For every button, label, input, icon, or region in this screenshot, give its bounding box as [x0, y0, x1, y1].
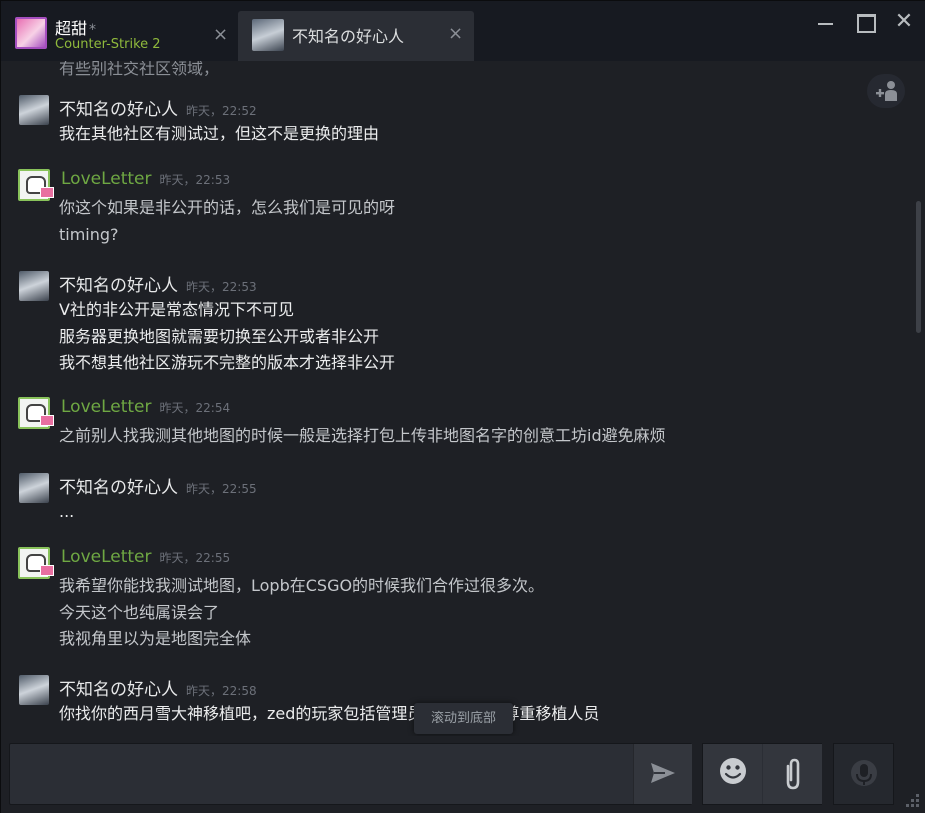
- sender-name[interactable]: 不知名の好心人: [59, 675, 178, 700]
- message-timestamp: 昨天，22:54: [159, 401, 231, 415]
- microphone-icon: [851, 760, 877, 786]
- sender-name[interactable]: LoveLetter: [61, 169, 152, 189]
- maximize-icon[interactable]: [854, 11, 876, 33]
- message-line: V社的非公开是常态情况下不可见: [59, 300, 294, 319]
- avatar[interactable]: [19, 675, 49, 705]
- tab-chat-chaotian[interactable]: 超甜 * Counter-Strike 2 ×: [7, 11, 235, 59]
- message-line: 我视角里以为是地图完全体: [59, 629, 252, 648]
- message-timestamp: 昨天，22:52: [186, 104, 257, 118]
- message-timestamp: 昨天，22:53: [186, 280, 257, 294]
- avatar[interactable]: [18, 547, 54, 579]
- message-line: ...: [59, 502, 75, 521]
- cut-off-message-line: 有些别社交社区领域，: [59, 61, 220, 78]
- invite-friend-button[interactable]: [867, 74, 905, 108]
- message-line: 我希望你能找我测试地图，Lopb在CSGO的时候我们合作过很多次。: [59, 576, 545, 595]
- tab-bar: 超甜 * Counter-Strike 2 × 不知名の好心人 × ✕: [1, 1, 925, 61]
- voice-chat-button[interactable]: [833, 743, 894, 805]
- message-line: timing?: [59, 224, 119, 244]
- chat-log[interactable]: 有些别社交社区领域， 不知名の好心人 昨天，22:52 我在其他社区有测试过，但这…: [1, 61, 913, 736]
- avatar[interactable]: [18, 169, 54, 201]
- person-plus-icon: [876, 81, 897, 101]
- message-composer: [1, 736, 925, 813]
- message-input-box: [9, 743, 692, 805]
- avatar[interactable]: [19, 95, 49, 125]
- composer-tools: [702, 743, 822, 805]
- message-line: 今天这个也纯属误会了: [59, 602, 220, 622]
- emoji-button[interactable]: [703, 744, 762, 804]
- avatar[interactable]: [19, 271, 49, 301]
- message-line: 你这个如果是非公开的话，怎么我们是可见的呀: [59, 198, 396, 217]
- emoji-icon: [720, 758, 746, 784]
- message-line: 我不想其他社区游玩不完整的版本才选择非公开: [59, 353, 396, 372]
- sender-name[interactable]: 不知名の好心人: [59, 271, 178, 296]
- tab-chat-active[interactable]: 不知名の好心人 ×: [238, 11, 474, 61]
- sender-name[interactable]: LoveLetter: [61, 397, 152, 417]
- message-input[interactable]: [18, 752, 628, 796]
- resize-grip-icon[interactable]: [904, 792, 922, 810]
- sender-name[interactable]: 不知名の好心人: [59, 473, 178, 498]
- scroll-to-bottom-button[interactable]: 滚动到底部: [414, 703, 513, 734]
- send-icon: [651, 763, 675, 783]
- minimize-icon[interactable]: [815, 11, 837, 33]
- sender-name[interactable]: LoveLetter: [61, 547, 152, 567]
- sender-name[interactable]: 不知名の好心人: [59, 95, 178, 120]
- tab-close-icon[interactable]: ×: [213, 26, 228, 44]
- close-icon[interactable]: ✕: [893, 11, 915, 33]
- paperclip-icon: [786, 758, 800, 790]
- message-timestamp: 昨天，22:53: [159, 173, 231, 187]
- send-button[interactable]: [633, 744, 692, 804]
- message-line: 服务器更换地图就需要切换至公开或者非公开: [59, 326, 380, 346]
- tab-close-icon[interactable]: ×: [448, 25, 463, 43]
- avatar[interactable]: [19, 473, 49, 503]
- message-timestamp: 昨天，22:55: [159, 551, 231, 565]
- avatar: [252, 19, 284, 51]
- chat-scrollbar[interactable]: [913, 61, 925, 736]
- avatar[interactable]: [18, 397, 54, 429]
- attach-button[interactable]: [763, 744, 822, 804]
- message-line: 之前别人找我测其他地图的时候一般是选择打包上传非地图名字的创意工坊id避免麻烦: [59, 426, 666, 445]
- avatar: [15, 17, 47, 49]
- chat-window: 超甜 * Counter-Strike 2 × 不知名の好心人 × ✕ 有些别社交…: [0, 0, 925, 813]
- message-line: 我在其他社区有测试过，但这不是更换的理由: [59, 124, 380, 143]
- tab-title: 超甜 *: [55, 19, 97, 38]
- tab-title: 不知名の好心人: [292, 27, 405, 46]
- tab-game-status: Counter-Strike 2: [55, 37, 161, 52]
- unread-marker: *: [89, 22, 97, 38]
- scrollbar-thumb[interactable]: [916, 201, 921, 333]
- message-timestamp: 昨天，22:58: [186, 684, 257, 698]
- message-line: 你找你的西月雪大神移植吧，zed的玩家包括管理员我都感到在尊重移植人员: [59, 704, 600, 723]
- message-timestamp: 昨天，22:55: [186, 482, 257, 496]
